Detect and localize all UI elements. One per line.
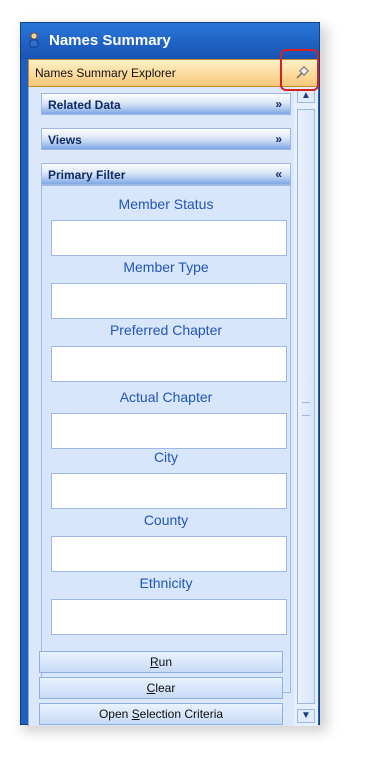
filter-label-ethnicity: Ethnicity: [139, 575, 193, 591]
scroll-thumb[interactable]: [297, 109, 315, 704]
run-mnemonic: R: [149, 655, 159, 669]
run-label: un: [158, 655, 173, 669]
scroll-up-icon[interactable]: ▲: [297, 89, 315, 103]
county-input[interactable]: [51, 536, 287, 572]
explorer-label: Names Summary Explorer: [35, 66, 176, 80]
open-selection-mnemonic: S: [131, 707, 140, 721]
filter-label-county: County: [143, 512, 189, 528]
actual-chapter-input[interactable]: [51, 413, 287, 449]
filter-label-actual-chapter: Actual Chapter: [119, 389, 213, 405]
section-primary-filter[interactable]: Primary Filter «: [41, 163, 291, 185]
primary-filter-content: Member Status Member Type Preferred Chap…: [41, 185, 291, 693]
section-label: Primary Filter: [48, 168, 126, 182]
member-type-input[interactable]: [51, 283, 287, 319]
filter-label-city: City: [153, 449, 179, 465]
title-bar[interactable]: Names Summary: [21, 23, 319, 59]
double-chevron-down-icon: »: [275, 97, 282, 111]
section-label: Views: [48, 133, 82, 147]
ethnicity-input[interactable]: [51, 599, 287, 635]
vertical-scrollbar[interactable]: ▲ ▼: [294, 87, 318, 726]
filter-label-member-type: Member Type: [123, 259, 209, 275]
section-views[interactable]: Views »: [41, 128, 291, 150]
pin-highlight-annotation: [280, 49, 319, 91]
member-status-input[interactable]: [51, 220, 287, 256]
filter-label-member-status: Member Status: [118, 196, 214, 212]
open-selection-pre: Open: [98, 707, 132, 721]
double-chevron-up-icon: «: [275, 167, 282, 181]
names-summary-window: Names Summary Names Summary Explorer Rel…: [20, 22, 320, 726]
open-selection-label: election Criteria: [139, 707, 224, 721]
scroll-down-icon[interactable]: ▼: [297, 709, 315, 723]
open-selection-criteria-button[interactable]: Open Selection Criteria: [39, 703, 283, 725]
city-input[interactable]: [51, 473, 287, 509]
clear-button[interactable]: Clear: [39, 677, 283, 699]
section-label: Related Data: [48, 98, 121, 112]
filter-label-preferred-chapter: Preferred Chapter: [109, 322, 223, 338]
scroll-grip: [302, 402, 310, 416]
run-button[interactable]: Run: [39, 651, 283, 673]
person-icon: [29, 32, 39, 48]
section-related-data[interactable]: Related Data »: [41, 93, 291, 115]
explorer-header: Names Summary Explorer: [28, 59, 318, 87]
preferred-chapter-input[interactable]: [51, 346, 287, 382]
explorer-panel: Related Data » Views » Primary Filter « …: [28, 87, 294, 726]
double-chevron-down-icon: »: [275, 132, 282, 146]
window-title: Names Summary: [49, 32, 171, 49]
clear-label: lear: [155, 681, 176, 695]
